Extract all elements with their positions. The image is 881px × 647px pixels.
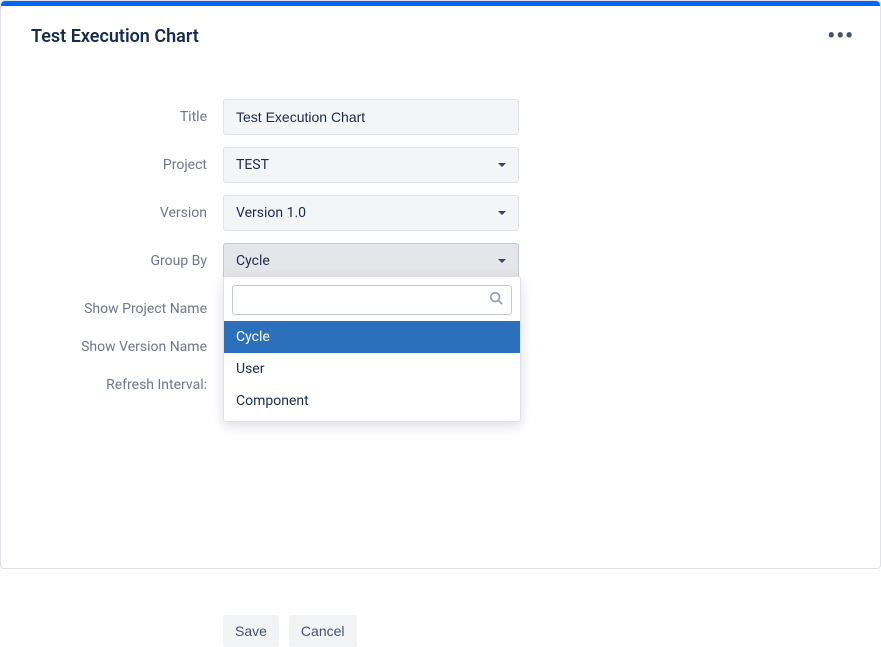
dropdown-search-box: [232, 285, 512, 315]
row-groupby: Group By Cycle: [31, 243, 850, 279]
page-title: Test Execution Chart: [31, 26, 199, 47]
dropdown-search-input[interactable]: [233, 286, 489, 314]
config-card: Test Execution Chart ••• Title Project T…: [0, 0, 881, 569]
chevron-down-icon: [498, 163, 506, 167]
card-header: Test Execution Chart •••: [1, 6, 880, 59]
search-icon: [489, 291, 511, 309]
dropdown-option-user[interactable]: User: [224, 353, 520, 385]
label-groupby: Group By: [31, 253, 223, 269]
version-select-value: Version 1.0: [236, 205, 306, 221]
row-version: Version Version 1.0: [31, 195, 850, 231]
row-title: Title: [31, 99, 850, 135]
row-project: Project TEST: [31, 147, 850, 183]
groupby-select[interactable]: Cycle: [223, 243, 519, 279]
label-show-project-name: Show Project Name: [31, 301, 223, 317]
chevron-down-icon: [498, 211, 506, 215]
cancel-button[interactable]: Cancel: [289, 615, 357, 647]
dropdown-option-component[interactable]: Component: [224, 385, 520, 417]
label-project: Project: [31, 157, 223, 173]
groupby-select-value: Cycle: [236, 253, 270, 269]
label-show-version-name: Show Version Name: [31, 339, 223, 355]
more-icon[interactable]: •••: [823, 20, 858, 53]
label-version: Version: [31, 205, 223, 221]
label-title: Title: [31, 109, 223, 125]
groupby-dropdown-panel: Cycle User Component: [223, 276, 521, 422]
project-select[interactable]: TEST: [223, 147, 519, 183]
chevron-down-icon: [498, 259, 506, 263]
project-select-value: TEST: [236, 157, 269, 173]
title-input[interactable]: [223, 99, 519, 135]
label-refresh-interval: Refresh Interval:: [31, 377, 223, 393]
version-select[interactable]: Version 1.0: [223, 195, 519, 231]
form-buttons: Save Cancel: [223, 615, 880, 647]
dropdown-option-cycle[interactable]: Cycle: [224, 321, 520, 353]
save-button[interactable]: Save: [223, 615, 279, 647]
